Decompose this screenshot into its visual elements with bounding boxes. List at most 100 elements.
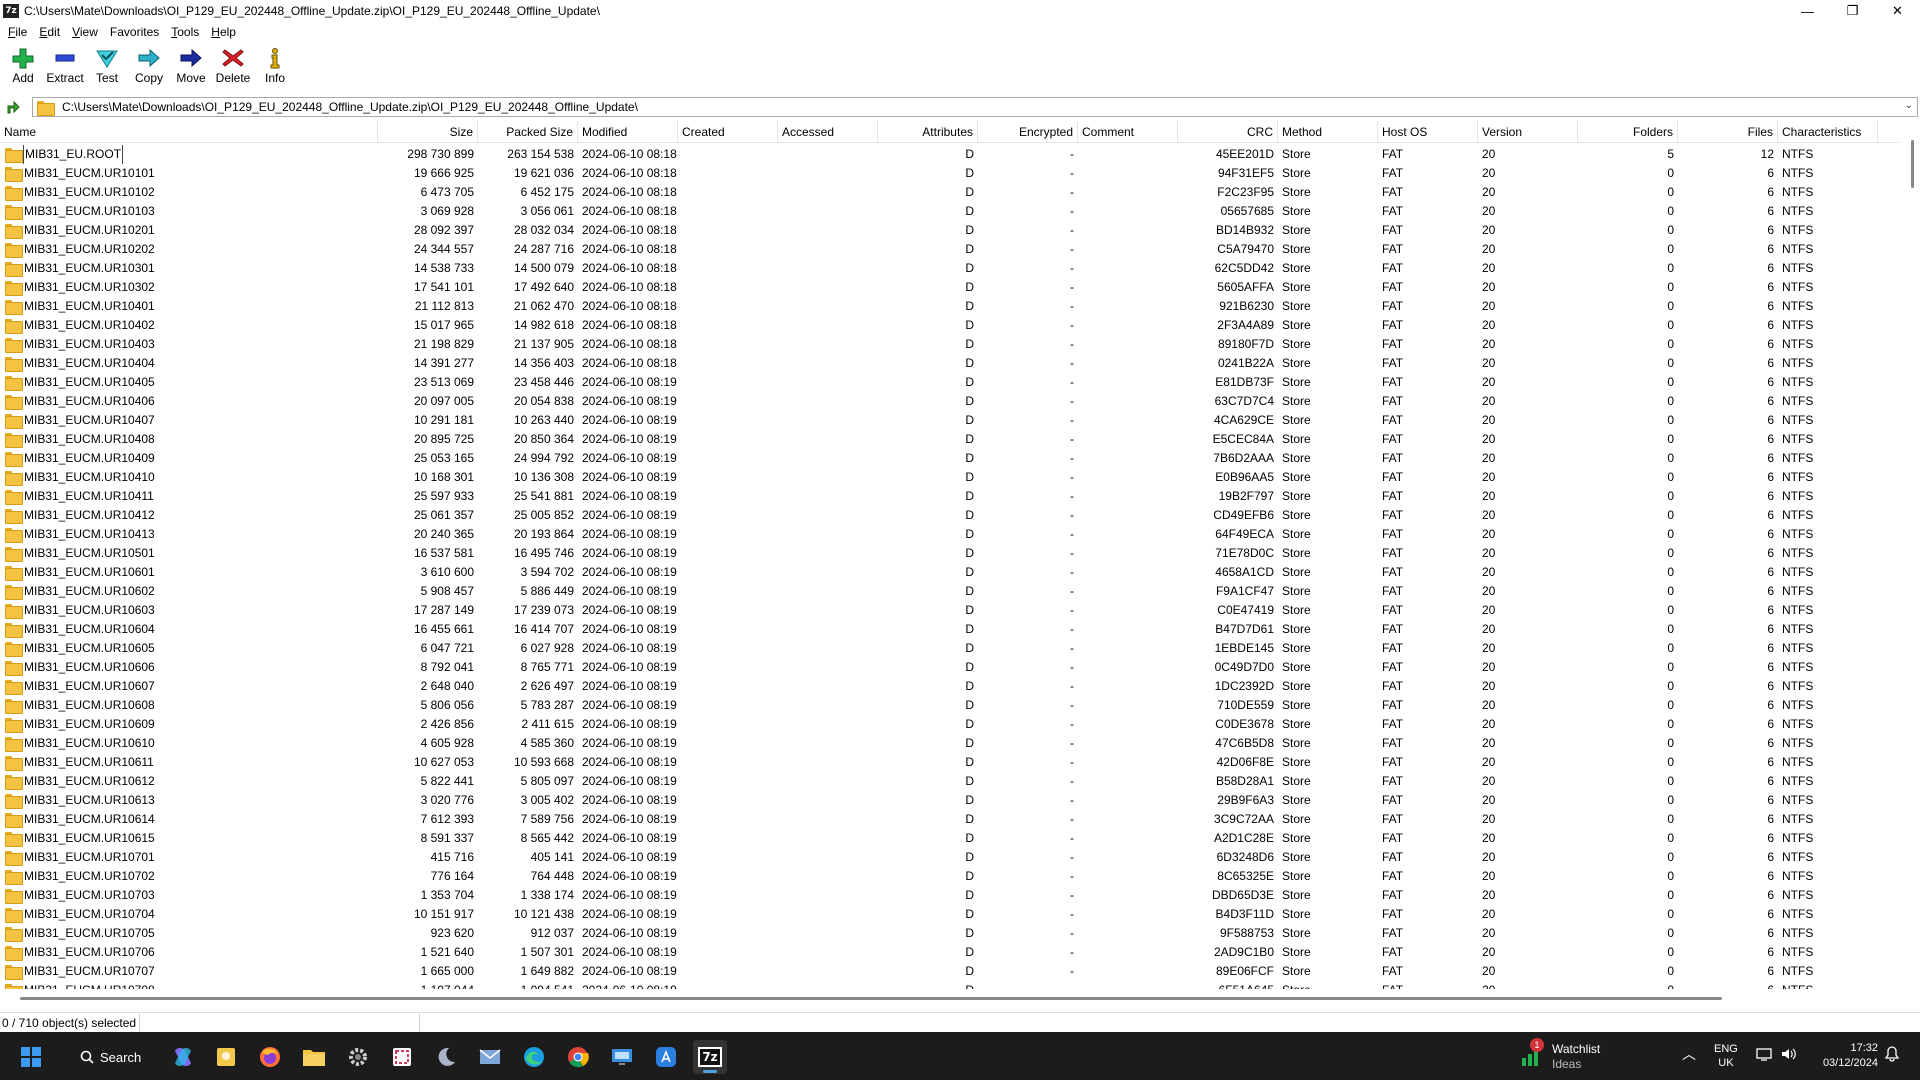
table-row[interactable]: MIB31_EUCM.UR10603 17 287 149 17 239 073 20… <box>0 601 1900 620</box>
horizontal-scrollbar[interactable] <box>0 992 1906 1004</box>
table-row[interactable]: MIB31_EUCM.UR10609 2 426 856 2 411 615 2024… <box>0 715 1900 734</box>
extract-button[interactable]: Extract <box>44 43 86 89</box>
column-header-crc[interactable]: CRC <box>1178 121 1278 143</box>
column-header-size[interactable]: Size <box>378 121 478 143</box>
table-row[interactable]: MIB31_EUCM.UR10201 28 092 397 28 032 034 20… <box>0 221 1900 240</box>
column-header-name[interactable]: Name <box>0 121 378 143</box>
info-button[interactable]: Info <box>254 43 296 89</box>
table-row[interactable]: MIB31_EUCM.UR10607 2 648 040 2 626 497 2024… <box>0 677 1900 696</box>
menu-favorites[interactable]: Favorites <box>104 25 165 39</box>
address-input[interactable]: C:\Users\Mate\Downloads\OI_P129_EU_20244… <box>32 97 1918 117</box>
move-button[interactable]: Move <box>170 43 212 89</box>
taskbar-edge[interactable] <box>517 1040 551 1074</box>
close-button[interactable]: ✕ <box>1875 0 1920 22</box>
table-row[interactable]: MIB31_EUCM.UR10302 17 541 101 17 492 640 20… <box>0 278 1900 297</box>
table-row[interactable]: MIB31_EUCM.UR10703 1 353 704 1 338 174 2024… <box>0 886 1900 905</box>
table-row[interactable]: MIB31_EUCM.UR10102 6 473 705 6 452 175 2024… <box>0 183 1900 202</box>
chevron-down-icon[interactable]: ⌄ <box>1905 100 1913 111</box>
table-row[interactable]: MIB31_EUCM.UR10406 20 097 005 20 054 838 20… <box>0 392 1900 411</box>
table-row[interactable]: MIB31_EUCM.UR10407 10 291 181 10 263 440 20… <box>0 411 1900 430</box>
table-row[interactable]: MIB31_EUCM.UR10604 16 455 661 16 414 707 20… <box>0 620 1900 639</box>
taskbar-app-store[interactable] <box>649 1040 683 1074</box>
vertical-scrollbar[interactable] <box>1906 140 1920 988</box>
column-header-created[interactable]: Created <box>678 121 778 143</box>
table-row[interactable]: MIB31_EUCM.UR10707 1 665 000 1 649 882 2024… <box>0 962 1900 981</box>
table-row[interactable]: MIB31_EUCM.UR10704 10 151 917 10 121 438 20… <box>0 905 1900 924</box>
start-button[interactable] <box>14 1040 48 1074</box>
table-row[interactable]: MIB31_EUCM.UR10501 16 537 581 16 495 746 20… <box>0 544 1900 563</box>
table-row[interactable]: MIB31_EUCM.UR10405 23 513 069 23 458 446 20… <box>0 373 1900 392</box>
table-row[interactable]: MIB31_EUCM.UR10602 5 908 457 5 886 449 2024… <box>0 582 1900 601</box>
column-header-files[interactable]: Files <box>1678 121 1778 143</box>
table-row[interactable]: MIB31_EUCM.UR10708 1 107 0441 094 5412024… <box>0 981 1900 989</box>
taskbar-7zip[interactable]: 7z <box>693 1040 727 1074</box>
table-row[interactable]: MIB31_EUCM.UR10615 8 591 337 8 565 442 2024… <box>0 829 1900 848</box>
column-header-method[interactable]: Method <box>1278 121 1378 143</box>
taskbar-firefox[interactable] <box>253 1040 287 1074</box>
table-row[interactable]: MIB31_EUCM.UR10403 21 198 829 21 137 905 20… <box>0 335 1900 354</box>
test-button[interactable]: Test <box>86 43 128 89</box>
column-header-attributes[interactable]: Attributes <box>878 121 978 143</box>
taskbar-chrome[interactable] <box>561 1040 595 1074</box>
table-row[interactable]: MIB31_EUCM.UR10606 8 792 041 8 765 771 2024… <box>0 658 1900 677</box>
table-row[interactable]: MIB31_EUCM.UR10401 21 112 813 21 062 470 20… <box>0 297 1900 316</box>
taskbar-search[interactable]: Search <box>68 1042 154 1072</box>
column-header-encrypted[interactable]: Encrypted <box>978 121 1078 143</box>
menu-view[interactable]: View <box>66 25 104 39</box>
system-clock[interactable]: 17:32 03/12/2024 <box>1808 1041 1878 1071</box>
minimize-button[interactable]: — <box>1785 0 1830 22</box>
menu-edit[interactable]: Edit <box>33 25 66 39</box>
taskbar-app-mail[interactable] <box>473 1040 507 1074</box>
table-row[interactable]: MIB31_EU.ROOT 298 730 899 263 154 538 2024-… <box>0 145 1900 164</box>
table-row[interactable]: MIB31_EUCM.UR10608 5 806 056 5 783 287 2024… <box>0 696 1900 715</box>
taskbar-settings[interactable] <box>341 1040 375 1074</box>
column-header-folders[interactable]: Folders <box>1578 121 1678 143</box>
notification-bell-icon[interactable] <box>1884 1046 1900 1065</box>
volume-icon[interactable] <box>1780 1046 1796 1062</box>
table-row[interactable]: MIB31_EUCM.UR10408 20 895 725 20 850 364 20… <box>0 430 1900 449</box>
menu-help[interactable]: Help <box>205 25 242 39</box>
copy-button[interactable]: Copy <box>128 43 170 89</box>
table-row[interactable]: MIB31_EUCM.UR10410 10 168 301 10 136 308 20… <box>0 468 1900 487</box>
column-header-hostos[interactable]: Host OS <box>1378 121 1478 143</box>
table-row[interactable]: MIB31_EUCM.UR10701 415 716 405 141 2024-06-… <box>0 848 1900 867</box>
taskbar-copilot[interactable] <box>166 1040 200 1074</box>
table-row[interactable]: MIB31_EUCM.UR10612 5 822 441 5 805 097 2024… <box>0 772 1900 791</box>
table-row[interactable]: MIB31_EUCM.UR10706 1 521 640 1 507 301 2024… <box>0 943 1900 962</box>
taskbar-app-notes[interactable] <box>209 1040 243 1074</box>
table-row[interactable]: MIB31_EUCM.UR10409 25 053 165 24 994 792 20… <box>0 449 1900 468</box>
column-header-characteristics[interactable]: Characteristics <box>1778 121 1878 143</box>
column-header-modified[interactable]: Modified <box>578 121 678 143</box>
7zip-app-icon[interactable]: 7z <box>3 4 19 18</box>
table-row[interactable]: MIB31_EUCM.UR10605 6 047 721 6 027 928 2024… <box>0 639 1900 658</box>
table-row[interactable]: MIB31_EUCM.UR10613 3 020 776 3 005 402 2024… <box>0 791 1900 810</box>
table-row[interactable]: MIB31_EUCM.UR10402 15 017 965 14 982 618 20… <box>0 316 1900 335</box>
column-header-accessed[interactable]: Accessed <box>778 121 878 143</box>
table-row[interactable]: MIB31_EUCM.UR10705 923 620 912 037 2024-06-… <box>0 924 1900 943</box>
taskbar-app-moon[interactable] <box>429 1040 463 1074</box>
delete-button[interactable]: Delete <box>212 43 254 89</box>
column-header-packed[interactable]: Packed Size <box>478 121 578 143</box>
menu-tools[interactable]: Tools <box>165 25 205 39</box>
language-indicator[interactable]: ENG UK <box>1714 1042 1738 1070</box>
column-header-comment[interactable]: Comment <box>1078 121 1178 143</box>
table-row[interactable]: MIB31_EUCM.UR10412 25 061 357 25 005 852 20… <box>0 506 1900 525</box>
vertical-scroll-thumb[interactable] <box>1911 140 1914 188</box>
horizontal-scroll-thumb[interactable] <box>20 997 1722 1000</box>
table-row[interactable]: MIB31_EUCM.UR10413 20 240 365 20 193 864 20… <box>0 525 1900 544</box>
taskbar-app-snipping[interactable] <box>385 1040 419 1074</box>
taskbar-app-remote[interactable] <box>605 1040 639 1074</box>
table-row[interactable]: MIB31_EUCM.UR10101 19 666 925 19 621 036 20… <box>0 164 1900 183</box>
table-row[interactable]: MIB31_EUCM.UR10301 14 538 733 14 500 079 20… <box>0 259 1900 278</box>
menu-file[interactable]: File <box>2 25 33 39</box>
table-row[interactable]: MIB31_EUCM.UR10202 24 344 557 24 287 716 20… <box>0 240 1900 259</box>
maximize-button[interactable]: ❐ <box>1830 0 1875 22</box>
table-row[interactable]: MIB31_EUCM.UR10601 3 610 600 3 594 702 2024… <box>0 563 1900 582</box>
column-header-version[interactable]: Version <box>1478 121 1578 143</box>
table-row[interactable]: MIB31_EUCM.UR10702 776 164 764 448 2024-06-… <box>0 867 1900 886</box>
up-folder-button[interactable] <box>2 97 24 117</box>
table-row[interactable]: MIB31_EUCM.UR10614 7 612 393 7 589 756 2024… <box>0 810 1900 829</box>
table-row[interactable]: MIB31_EUCM.UR10103 3 069 928 3 056 061 2024… <box>0 202 1900 221</box>
table-row[interactable]: MIB31_EUCM.UR10611 10 627 053 10 593 668 20… <box>0 753 1900 772</box>
table-row[interactable]: MIB31_EUCM.UR10610 4 605 928 4 585 360 2024… <box>0 734 1900 753</box>
